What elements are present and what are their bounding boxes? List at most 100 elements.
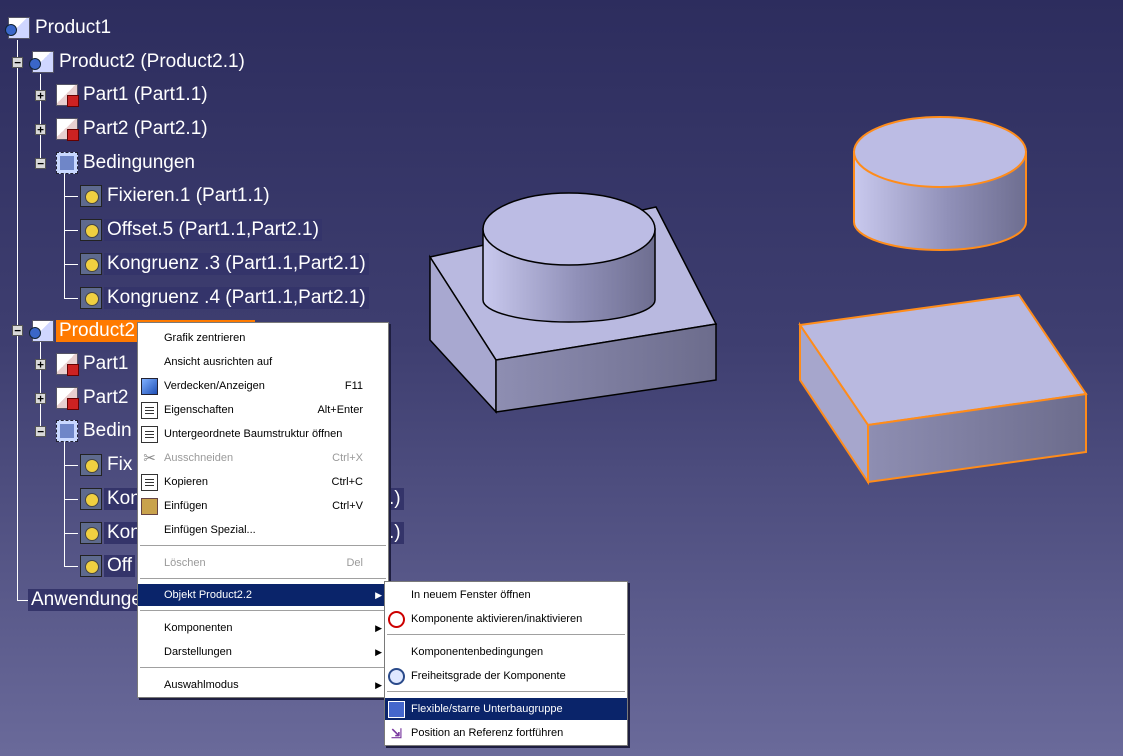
- offset-constraint-icon: [80, 555, 102, 577]
- menu-item-verdecken-anzeigen[interactable]: Verdecken/Anzeigen F11: [138, 375, 388, 397]
- menu-item-label: Komponenten: [164, 622, 233, 634]
- menu-item-komponenten[interactable]: Komponenten ▶: [138, 617, 388, 639]
- collapse-toggle[interactable]: −: [35, 426, 46, 437]
- coincidence-constraint-icon: [80, 522, 102, 544]
- menu-item-grafik-zentrieren[interactable]: Grafik zentrieren: [138, 327, 388, 349]
- menu-item-label: Auswahlmodus: [164, 679, 239, 691]
- menu-item-shortcut: Ctrl+X: [332, 452, 363, 464]
- submenu-item-flexible-starre[interactable]: Flexible/starre Unterbaugruppe: [385, 698, 627, 720]
- collapse-toggle[interactable]: −: [12, 57, 23, 68]
- part-icon: [56, 84, 79, 107]
- tree-node-label: Kongruenz .3 (Part1.1,Part2.1): [104, 253, 369, 275]
- tree-node-part1[interactable]: Part1: [56, 349, 131, 379]
- tree-node-constraints[interactable]: Bedingungen: [56, 148, 198, 178]
- menu-separator: [387, 691, 625, 693]
- tree-node-constraint-coincidence[interactable]: Kongruenz .4 (Part1.1,Part2.1): [80, 283, 369, 313]
- menu-item-label: Komponentenbedingungen: [411, 646, 544, 658]
- menu-separator: [140, 578, 386, 580]
- tree-node-part2[interactable]: Part2 (Part2.1): [56, 114, 211, 144]
- menu-item-einfuegen-spezial[interactable]: Einfügen Spezial...: [138, 519, 388, 541]
- submenu-item-position-referenz[interactable]: ⇲ Position an Referenz fortführen: [385, 722, 627, 744]
- menu-item-shortcut: Ctrl+V: [332, 500, 363, 512]
- menu-item-label: Einfügen Spezial...: [164, 524, 256, 536]
- menu-item-einfuegen[interactable]: Einfügen Ctrl+V: [138, 495, 388, 517]
- tree-node-constraint-coincidence[interactable]: Kon: [80, 518, 144, 548]
- menu-item-objekt-product[interactable]: Objekt Product2.2 ▶: [138, 584, 388, 606]
- menu-item-shortcut: Ctrl+C: [331, 476, 363, 488]
- product-icon: [29, 51, 54, 73]
- menu-separator: [140, 667, 386, 669]
- tree-node-constraint-coincidence[interactable]: Kongruenz .3 (Part1.1,Part2.1): [80, 249, 369, 279]
- tree-line: [40, 342, 41, 432]
- fix-constraint-icon: [80, 185, 102, 207]
- tree-node-constraint-offset[interactable]: Off: [80, 551, 135, 581]
- assembled-part-group[interactable]: [428, 192, 718, 414]
- tree-node-product1[interactable]: Product1: [5, 13, 114, 43]
- expand-toggle[interactable]: +: [35, 90, 46, 101]
- tree-node-constraint-offset[interactable]: Offset.5 (Part1.1,Part2.1): [80, 215, 322, 245]
- tree-node-label: Fix: [107, 454, 133, 475]
- tree-line: [40, 74, 41, 164]
- expand-toggle[interactable]: +: [35, 393, 46, 404]
- menu-item-label: Untergeordnete Baumstruktur öffnen: [164, 428, 343, 440]
- menu-item-label: Freiheitsgrade der Komponente: [411, 670, 566, 682]
- tree-node-constraint-fix[interactable]: Fixieren.1 (Part1.1): [80, 181, 273, 211]
- tree-node-label: Part2: [83, 387, 129, 408]
- menu-item-ausschneiden[interactable]: ✂ Ausschneiden Ctrl+X: [138, 447, 388, 469]
- menu-item-loeschen[interactable]: Löschen Del: [138, 552, 388, 574]
- tree-node-product2-1[interactable]: Product2 (Product2.1): [29, 47, 248, 77]
- tree-node-label: Kongruenz .4 (Part1.1,Part2.1): [104, 287, 369, 309]
- menu-separator: [140, 610, 386, 612]
- submenu-item-aktivieren[interactable]: Komponente aktivieren/inaktivieren: [385, 608, 627, 630]
- tree-node-applications[interactable]: Anwendunge: [28, 585, 145, 615]
- tree-node-label: Part1: [83, 353, 129, 374]
- menu-item-ansicht-ausrichten[interactable]: Ansicht ausrichten auf: [138, 351, 388, 373]
- tree-node-label: Part1 (Part1.1): [83, 84, 208, 105]
- submenu-item-neues-fenster[interactable]: In neuem Fenster öffnen: [385, 584, 627, 606]
- constraints-set-icon: [56, 152, 78, 174]
- menu-item-label: Kopieren: [164, 476, 209, 488]
- expand-toggle[interactable]: +: [35, 359, 46, 370]
- submenu-item-freiheitsgrade[interactable]: Freiheitsgrade der Komponente: [385, 665, 627, 687]
- menu-item-kopieren[interactable]: Kopieren Ctrl+C: [138, 471, 388, 493]
- offset-constraint-icon: [80, 219, 102, 241]
- submenu-item-komponentenbedingungen[interactable]: Komponentenbedingungen: [385, 641, 627, 663]
- tree-node-constraint-coincidence[interactable]: Kon: [80, 484, 144, 514]
- tree-line: [64, 566, 78, 567]
- tree-line: [17, 40, 18, 600]
- tree-line: [64, 230, 78, 231]
- menu-item-auswahlmodus[interactable]: Auswahlmodus ▶: [138, 674, 388, 696]
- tree-node-label: Product2 (Product2.1): [59, 51, 245, 72]
- product-icon: [5, 17, 30, 39]
- tree-line: [64, 533, 78, 534]
- menu-item-shortcut: Del: [346, 557, 363, 569]
- expand-toggle[interactable]: +: [35, 124, 46, 135]
- selected-box[interactable]: [798, 293, 1088, 486]
- tree-line: [64, 465, 78, 466]
- coincidence-constraint-icon: [80, 287, 102, 309]
- collapse-toggle[interactable]: −: [12, 325, 23, 336]
- tree-node-label: Part2 (Part2.1): [83, 118, 208, 139]
- tree-node-constraints[interactable]: Bedin: [56, 416, 135, 446]
- tree-line: [64, 298, 78, 299]
- menu-item-eigenschaften[interactable]: Eigenschaften Alt+Enter: [138, 399, 388, 421]
- tree-node-part2[interactable]: Part2: [56, 383, 131, 413]
- coincidence-constraint-icon: [80, 253, 102, 275]
- menu-item-untergeordnete-baumstruktur[interactable]: Untergeordnete Baumstruktur öffnen: [138, 423, 388, 445]
- tree-node-label: Bedingungen: [83, 152, 195, 173]
- fix-constraint-icon: [80, 454, 102, 476]
- scissors-icon: ✂: [143, 450, 156, 467]
- copy-icon: [141, 474, 158, 491]
- tree-line: [64, 264, 78, 265]
- selected-cylinder[interactable]: [853, 116, 1027, 251]
- flexible-icon: [388, 701, 405, 718]
- menu-item-label: In neuem Fenster öffnen: [411, 589, 531, 601]
- menu-item-label: Verdecken/Anzeigen: [164, 380, 265, 392]
- collapse-toggle[interactable]: −: [35, 158, 46, 169]
- submenu-arrow-icon: ▶: [375, 679, 382, 690]
- tree-node-label: Bedin: [83, 420, 132, 441]
- tree-node-constraint-fix[interactable]: Fix: [80, 450, 135, 480]
- tree-node-label: Fixieren.1 (Part1.1): [107, 185, 270, 206]
- tree-node-part1[interactable]: Part1 (Part1.1): [56, 80, 211, 110]
- menu-item-darstellungen[interactable]: Darstellungen ▶: [138, 641, 388, 663]
